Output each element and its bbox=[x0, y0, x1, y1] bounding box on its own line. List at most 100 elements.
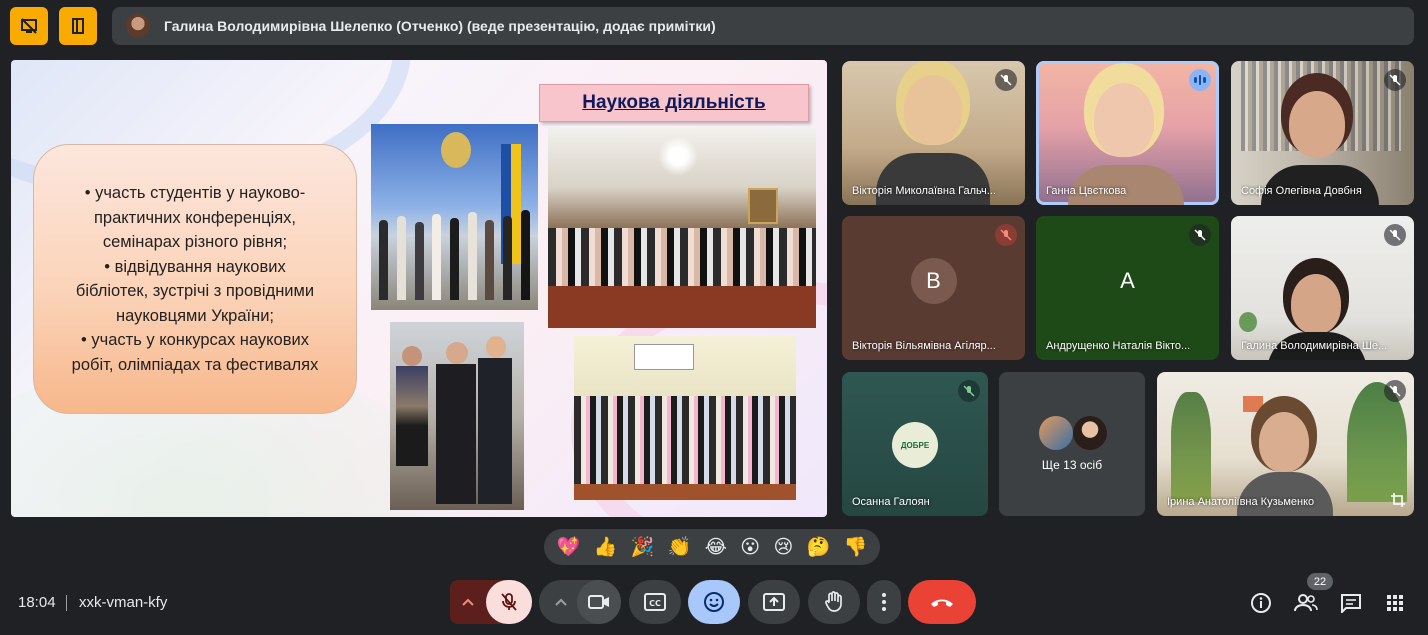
present-screen-button[interactable] bbox=[748, 580, 800, 624]
people-icon bbox=[1294, 594, 1318, 612]
leave-call-button[interactable] bbox=[908, 580, 976, 624]
call-end-icon bbox=[931, 599, 953, 607]
participant-name: Андрущенко Наталія Вікто... bbox=[1046, 340, 1191, 352]
presenter-banner: Галина Володимирівна Шелепко (Отченко) (… bbox=[112, 7, 1414, 45]
reaction-crying[interactable]: 😢 bbox=[773, 538, 793, 557]
divider bbox=[66, 595, 67, 611]
bullet-line: науковцями України; bbox=[115, 306, 275, 325]
more-participants-tile[interactable]: Ще 13 осіб bbox=[999, 372, 1145, 516]
participant-name: Галина Володимирівна Ше... bbox=[1241, 340, 1388, 352]
reaction-thumbs-up[interactable]: 👍 bbox=[594, 538, 618, 557]
bullet-line: • відвідування наукових bbox=[104, 257, 286, 276]
participant-tile[interactable]: ДОБРЕ Осанна Галоян bbox=[842, 372, 988, 516]
mic-toggle-button[interactable] bbox=[486, 580, 532, 624]
photo-group-conference bbox=[548, 128, 816, 328]
participant-tile[interactable]: А Андрущенко Наталія Вікто... bbox=[1036, 216, 1219, 360]
participant-name: Ірина Анатоліївна Кузьменко bbox=[1167, 496, 1315, 508]
photo-three-people bbox=[390, 322, 524, 510]
apps-grid-icon bbox=[1387, 595, 1403, 611]
chat-button[interactable] bbox=[1338, 590, 1364, 616]
bullet-line: • участь у конкурсах наукових bbox=[81, 331, 309, 349]
photo-group-hall bbox=[371, 124, 538, 310]
mic-off-icon bbox=[995, 69, 1017, 91]
present-to-all-icon bbox=[763, 593, 785, 611]
participant-tile[interactable]: В Вікторія Вільямівна Агіляр... bbox=[842, 216, 1025, 360]
hand-icon bbox=[825, 591, 842, 612]
participant-name: Вікторія Миколаївна Гальч... bbox=[852, 185, 996, 197]
camera-toggle-button[interactable] bbox=[577, 580, 621, 624]
participant-name: Вікторія Вільямівна Агіляр... bbox=[852, 340, 996, 352]
presenter-label: Галина Володимирівна Шелепко (Отченко) (… bbox=[164, 18, 716, 34]
more-vert-icon bbox=[882, 593, 886, 611]
avatar bbox=[1073, 416, 1107, 450]
reaction-clapping[interactable]: 👏 bbox=[668, 538, 692, 557]
layout-button[interactable] bbox=[59, 7, 97, 45]
mic-off-icon bbox=[958, 380, 980, 402]
avatar: А bbox=[1120, 268, 1135, 293]
top-bar: Галина Володимирівна Шелепко (Отченко) (… bbox=[0, 0, 1428, 52]
emoji-button[interactable] bbox=[688, 580, 740, 624]
more-options-button[interactable] bbox=[867, 580, 901, 624]
bottom-bar: 18:04 xxk-vman-kfy CC 22 bbox=[0, 570, 1428, 635]
avatar bbox=[1039, 416, 1073, 450]
clock: 18:04 bbox=[18, 594, 56, 611]
mic-control-group bbox=[450, 580, 532, 624]
bullet-line: робіт, олімпіадах та фестивалях bbox=[71, 355, 319, 374]
people-button[interactable] bbox=[1293, 590, 1319, 616]
reaction-thinking[interactable]: 🤔 bbox=[807, 538, 831, 557]
slide-title: Наукова діяльність bbox=[582, 92, 766, 113]
reaction-joy[interactable]: 😂 bbox=[705, 538, 727, 557]
camera-control-group bbox=[539, 580, 621, 624]
mic-off-icon bbox=[995, 224, 1017, 246]
bullet-line: семінарах різного рівня; bbox=[102, 233, 288, 251]
svg-text:CC: CC bbox=[649, 599, 661, 608]
activities-button[interactable] bbox=[1382, 590, 1408, 616]
participant-tile[interactable]: Ірина Анатоліївна Кузьменко bbox=[1157, 372, 1414, 516]
participant-name: Осанна Галоян bbox=[852, 496, 930, 508]
camera-options-button[interactable] bbox=[551, 592, 571, 612]
info-icon bbox=[1251, 593, 1271, 613]
reactions-bar: 💖 👍 🎉 👏 😂 😮 😢 🤔 👎 bbox=[544, 529, 880, 565]
reaction-thumbs-down[interactable]: 👎 bbox=[844, 538, 868, 557]
mic-off-icon bbox=[501, 593, 517, 611]
mic-off-icon bbox=[1384, 69, 1406, 91]
bullet-line: бібліотек, зустрічі з провідними bbox=[75, 282, 315, 300]
photo-group-certificates bbox=[574, 336, 796, 500]
participant-name: Софія Олегівна Довбня bbox=[1241, 185, 1362, 197]
chevron-up-icon bbox=[462, 598, 474, 606]
raise-hand-button[interactable] bbox=[808, 580, 860, 624]
meeting-info-button[interactable] bbox=[1248, 590, 1274, 616]
captions-button[interactable]: CC bbox=[629, 580, 681, 624]
participant-tile[interactable]: Галина Володимирівна Ше... bbox=[1231, 216, 1414, 360]
door-icon bbox=[72, 18, 84, 34]
bullets-box: • участь студентів у науково- практичних… bbox=[33, 144, 357, 414]
reaction-surprised[interactable]: 😮 bbox=[740, 538, 760, 557]
videocam-icon bbox=[588, 595, 609, 609]
bullet-line: • участь студентів у науково- bbox=[84, 184, 306, 202]
stop-presenting-button[interactable] bbox=[10, 7, 48, 45]
presentation-slide: Наукова діяльність • участь студентів у … bbox=[11, 60, 827, 517]
participant-tile[interactable]: Ганна Цвєткова bbox=[1036, 61, 1219, 205]
crop-icon[interactable] bbox=[1390, 492, 1406, 508]
mic-off-icon bbox=[1189, 224, 1211, 246]
reaction-party-popper[interactable]: 🎉 bbox=[631, 538, 655, 557]
bullet-line: практичних конференціях, bbox=[93, 208, 297, 227]
avatar: В bbox=[910, 258, 957, 304]
captions-icon: CC bbox=[644, 593, 666, 611]
meeting-code: xxk-vman-kfy bbox=[79, 594, 168, 611]
speaking-indicator-icon bbox=[1189, 69, 1211, 91]
present-off-icon bbox=[21, 18, 37, 34]
chevron-up-icon bbox=[555, 598, 567, 606]
avatar bbox=[126, 14, 150, 38]
participants-count-badge: 22 bbox=[1307, 573, 1333, 590]
reaction-sparkling-heart[interactable]: 💖 bbox=[557, 538, 581, 557]
logo-text: ДОБРЕ bbox=[900, 440, 930, 450]
slide-title-box: Наукова діяльність bbox=[539, 84, 809, 122]
more-participants-label: Ще 13 осіб bbox=[1041, 458, 1103, 472]
mic-off-icon bbox=[1384, 380, 1406, 402]
participant-tile[interactable]: Софія Олегівна Довбня bbox=[1231, 61, 1414, 205]
participant-tile[interactable]: Вікторія Миколаївна Гальч... bbox=[842, 61, 1025, 205]
smiley-icon bbox=[704, 592, 724, 612]
mic-options-button[interactable] bbox=[458, 592, 478, 612]
chat-icon bbox=[1341, 594, 1361, 613]
